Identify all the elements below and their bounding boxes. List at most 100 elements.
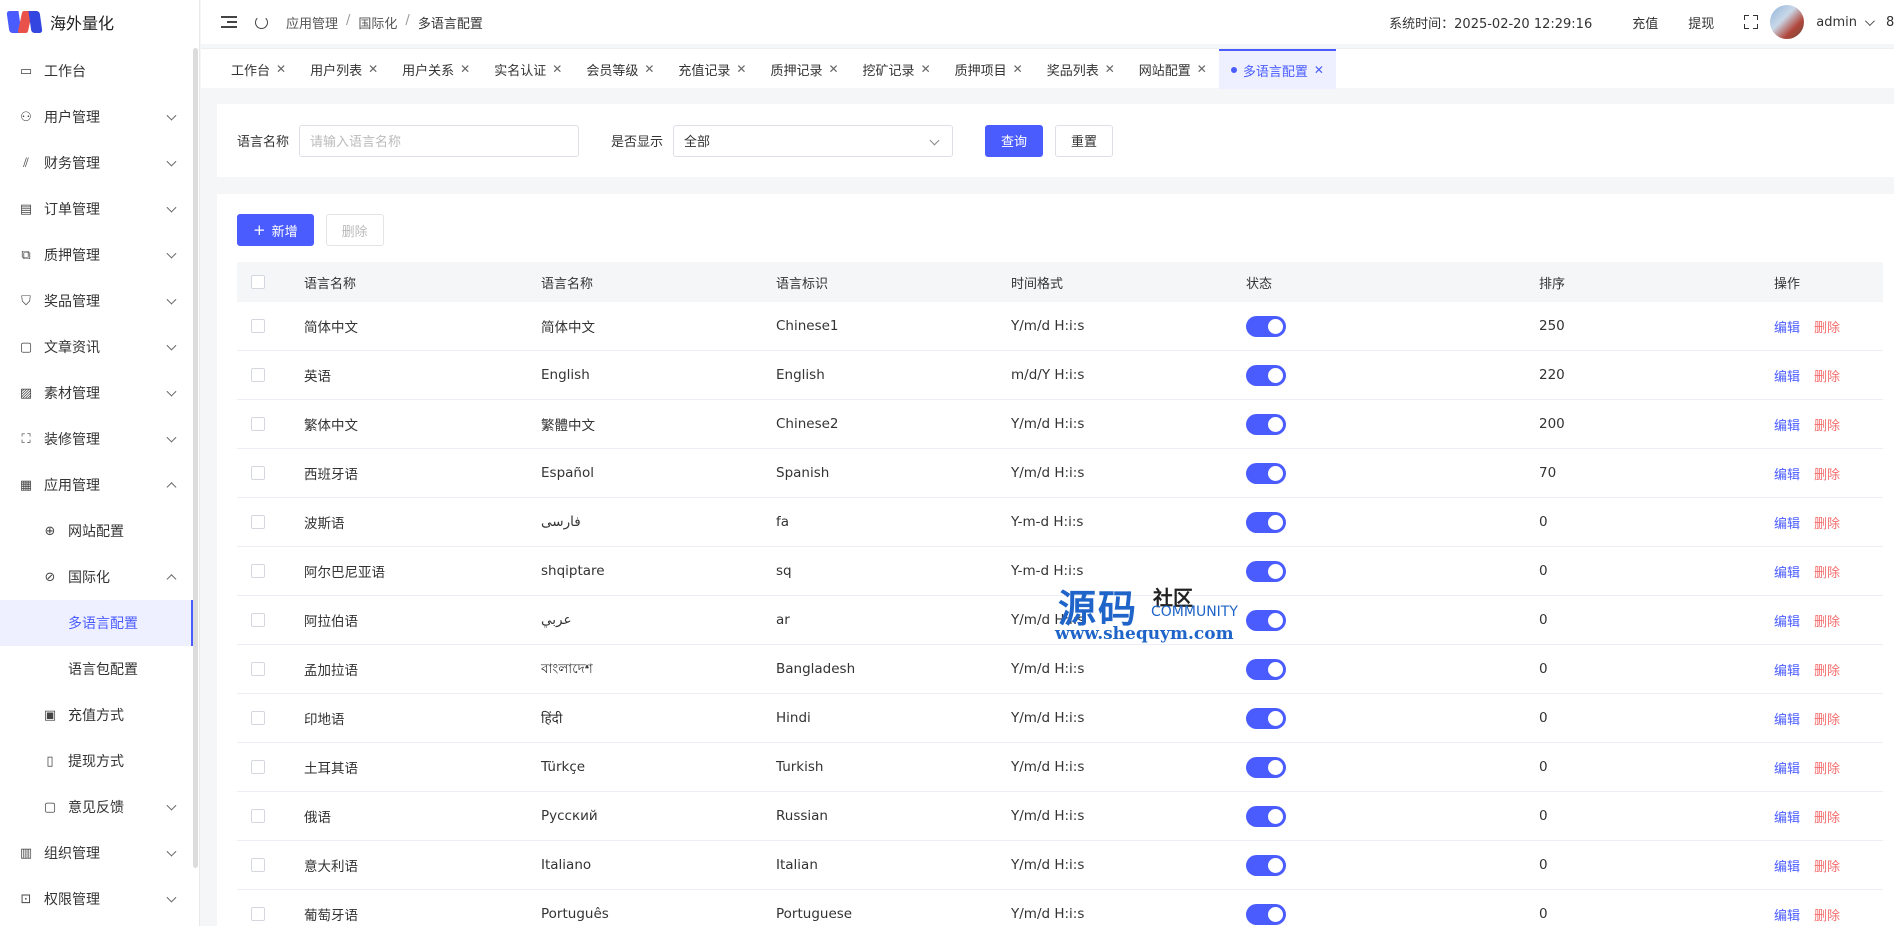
tab[interactable]: 充值记录 ✕ <box>666 49 758 89</box>
delete-link[interactable]: 删除 <box>1814 758 1840 777</box>
edit-link[interactable]: 编辑 <box>1774 464 1800 483</box>
row-checkbox[interactable] <box>251 515 265 529</box>
edit-link[interactable]: 编辑 <box>1774 562 1800 581</box>
menu-toggle-icon[interactable] <box>221 16 237 28</box>
status-toggle[interactable] <box>1246 756 1286 778</box>
avatar[interactable] <box>1770 5 1805 39</box>
edit-link[interactable]: 编辑 <box>1774 905 1800 924</box>
sidebar-item[interactable]: ⊘ 国际化 <box>0 554 193 600</box>
sidebar-item[interactable]: ⛉ 奖品管理 <box>0 278 193 324</box>
delete-link[interactable]: 删除 <box>1814 660 1840 679</box>
sidebar-item[interactable]: ▤ 订单管理 <box>0 186 193 232</box>
row-checkbox[interactable] <box>251 809 265 823</box>
status-toggle[interactable] <box>1246 364 1286 386</box>
status-toggle[interactable] <box>1246 315 1286 337</box>
status-toggle[interactable] <box>1246 903 1286 925</box>
add-button[interactable]: + 新增 <box>237 214 314 246</box>
sidebar-item[interactable]: ▦ 应用管理 <box>0 462 193 508</box>
sidebar-item[interactable]: ▯ 提现方式 <box>0 738 193 784</box>
close-icon[interactable]: ✕ <box>1197 62 1207 76</box>
status-toggle[interactable] <box>1246 511 1286 533</box>
edit-link[interactable]: 编辑 <box>1774 709 1800 728</box>
row-checkbox[interactable] <box>251 613 265 627</box>
tab[interactable]: 挖矿记录 ✕ <box>851 49 943 89</box>
tab[interactable]: 奖品列表 ✕ <box>1035 49 1127 89</box>
delete-link[interactable]: 删除 <box>1814 611 1840 630</box>
sidebar-scrollbar[interactable] <box>193 48 198 868</box>
row-checkbox[interactable] <box>251 711 265 725</box>
reset-button[interactable]: 重置 <box>1055 124 1114 157</box>
row-checkbox[interactable] <box>251 368 265 382</box>
sidebar-item[interactable]: ⚇ 用户管理 <box>0 94 193 140</box>
tab[interactable]: 工作台 ✕ <box>219 49 298 89</box>
edit-link[interactable]: 编辑 <box>1774 366 1800 385</box>
close-icon[interactable]: ✕ <box>552 62 562 76</box>
show-status-select[interactable]: 全部 <box>673 124 954 157</box>
close-icon[interactable]: ✕ <box>1013 62 1023 76</box>
edit-link[interactable]: 编辑 <box>1774 660 1800 679</box>
edit-link[interactable]: 编辑 <box>1774 611 1800 630</box>
tab[interactable]: 网站配置 ✕ <box>1127 49 1219 89</box>
recharge-link[interactable]: 充值 <box>1632 13 1658 32</box>
delete-link[interactable]: 删除 <box>1814 709 1840 728</box>
select-all-checkbox[interactable] <box>251 275 265 289</box>
close-icon[interactable]: ✕ <box>276 62 286 76</box>
username[interactable]: admin <box>1816 15 1857 30</box>
sidebar-item[interactable]: 多语言配置 <box>0 600 193 646</box>
edit-link[interactable]: 编辑 <box>1774 415 1800 434</box>
status-toggle[interactable] <box>1246 707 1286 729</box>
row-checkbox[interactable] <box>251 466 265 480</box>
edit-link[interactable]: 编辑 <box>1774 758 1800 777</box>
close-icon[interactable]: ✕ <box>736 62 746 76</box>
sidebar-item[interactable]: ⊡ 权限管理 <box>0 876 193 922</box>
tab[interactable]: 质押记录 ✕ <box>758 49 850 89</box>
row-checkbox[interactable] <box>251 564 265 578</box>
delete-link[interactable]: 删除 <box>1814 317 1840 336</box>
status-toggle[interactable] <box>1246 658 1286 680</box>
sidebar-item[interactable]: ⧉ 质押管理 <box>0 232 193 278</box>
edit-link[interactable]: 编辑 <box>1774 317 1800 336</box>
row-checkbox[interactable] <box>251 907 265 921</box>
tab[interactable]: 会员等级 ✕ <box>574 49 666 89</box>
row-checkbox[interactable] <box>251 858 265 872</box>
close-icon[interactable]: ✕ <box>1105 62 1115 76</box>
row-checkbox[interactable] <box>251 662 265 676</box>
tab[interactable]: 质押项目 ✕ <box>943 49 1035 89</box>
tab[interactable]: 实名认证 ✕ <box>482 49 574 89</box>
close-icon[interactable]: ✕ <box>460 62 470 76</box>
query-button[interactable]: 查询 <box>985 124 1044 157</box>
delete-link[interactable]: 删除 <box>1814 464 1840 483</box>
close-icon[interactable]: ✕ <box>828 62 838 76</box>
sidebar-item[interactable]: ▣ 充值方式 <box>0 692 193 738</box>
sidebar-item[interactable]: ▢ 文章资讯 <box>0 324 193 370</box>
close-icon[interactable]: ✕ <box>1314 63 1324 77</box>
status-toggle[interactable] <box>1246 560 1286 582</box>
sidebar-item[interactable]: ⊕ 网站配置 <box>0 508 193 554</box>
status-toggle[interactable] <box>1246 854 1286 876</box>
close-icon[interactable]: ✕ <box>921 62 931 76</box>
delete-link[interactable]: 删除 <box>1814 856 1840 875</box>
delete-link[interactable]: 删除 <box>1814 366 1840 385</box>
status-toggle[interactable] <box>1246 462 1286 484</box>
batch-delete-button[interactable]: 删除 <box>325 214 384 246</box>
fullscreen-icon[interactable] <box>1744 15 1759 29</box>
tab[interactable]: 多语言配置 ✕ <box>1218 49 1336 89</box>
edit-link[interactable]: 编辑 <box>1774 807 1800 826</box>
edit-link[interactable]: 编辑 <box>1774 513 1800 532</box>
delete-link[interactable]: 删除 <box>1814 415 1840 434</box>
logo[interactable]: 海外量化 <box>0 0 199 44</box>
sidebar-item[interactable]: ▢ 意见反馈 <box>0 784 193 830</box>
language-name-input[interactable]: 请输入语言名称 <box>299 124 580 157</box>
row-checkbox[interactable] <box>251 760 265 774</box>
refresh-icon[interactable] <box>255 15 268 29</box>
status-toggle[interactable] <box>1246 609 1286 631</box>
status-toggle[interactable] <box>1246 413 1286 435</box>
tab[interactable]: 用户列表 ✕ <box>298 49 390 89</box>
sidebar-item[interactable]: 语言包配置 <box>0 646 193 692</box>
close-icon[interactable]: ✕ <box>368 62 378 76</box>
sidebar-item[interactable]: ⛶ 装修管理 <box>0 416 193 462</box>
breadcrumb-item[interactable]: 国际化 <box>358 13 397 32</box>
chevron-down-icon[interactable] <box>1864 15 1875 26</box>
withdraw-link[interactable]: 提现 <box>1688 13 1714 32</box>
edit-link[interactable]: 编辑 <box>1774 856 1800 875</box>
